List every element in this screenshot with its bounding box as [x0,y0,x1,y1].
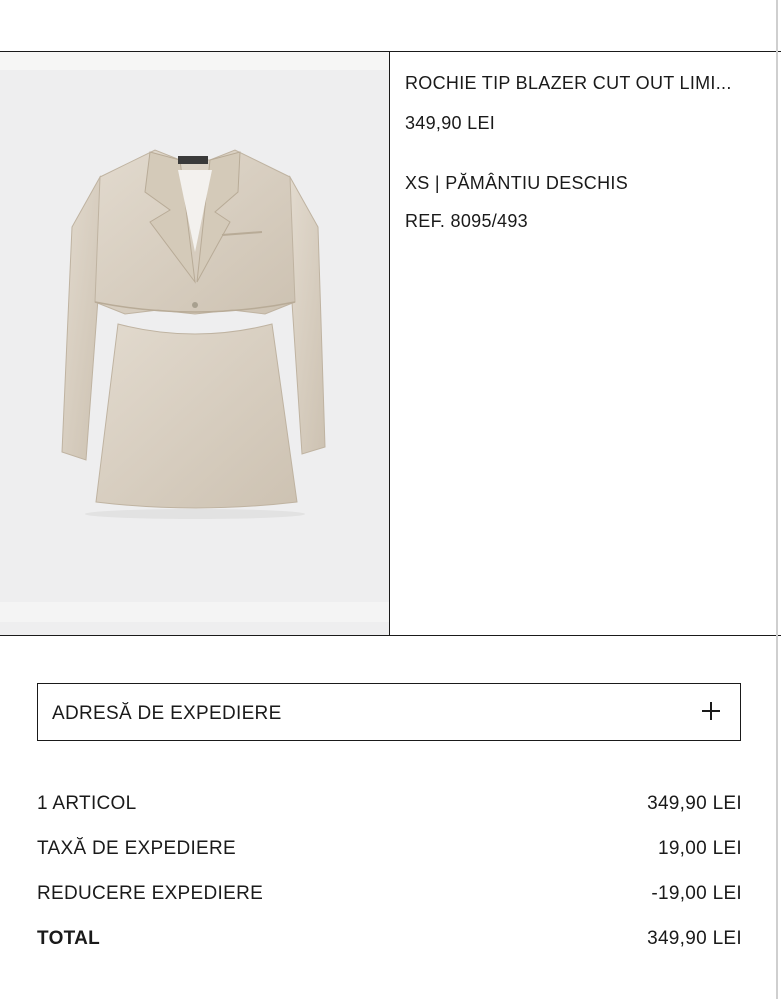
summary-label: REDUCERE EXPEDIERE [37,883,264,904]
summary-value: 19,00 LEI [657,838,742,859]
summary-value: 349,90 LEI [647,793,742,814]
summary-label: TAXĂ DE EXPEDIERE [37,838,237,859]
summary-row-items: 1 ARTICOL 349,90 LEI [37,793,742,838]
order-summary: 1 ARTICOL 349,90 LEI TAXĂ DE EXPEDIERE 1… [37,793,742,973]
scrollbar-edge [776,0,778,999]
product-reference: REF. 8095/493 [405,211,528,231]
blazer-dress-illustration [61,149,326,519]
plus-icon[interactable] [702,702,720,720]
vertical-divider [389,52,390,635]
product-image[interactable] [0,52,389,635]
summary-row-total: TOTAL 349,90 LEI [37,928,742,973]
product-price: 349,90 LEI [405,113,496,133]
total-label: TOTAL [37,928,101,949]
summary-row-shipping-discount: REDUCERE EXPEDIERE -19,00 LEI [37,883,742,928]
product-title[interactable]: ROCHIE TIP BLAZER CUT OUT LIMI... [405,72,765,94]
bottom-divider [0,635,781,636]
summary-label: 1 ARTICOL [37,793,137,814]
top-blank-area [0,0,781,52]
shipping-address-button[interactable]: ADRESĂ DE EXPEDIERE [37,683,741,741]
total-value: 349,90 LEI [647,928,742,949]
shipping-address-label: ADRESĂ DE EXPEDIERE [52,703,282,724]
summary-value: -19,00 LEI [651,883,742,904]
summary-row-shipping-fee: TAXĂ DE EXPEDIERE 19,00 LEI [37,838,742,883]
product-variant: XS | PĂMÂNTIU DESCHIS [405,173,629,193]
